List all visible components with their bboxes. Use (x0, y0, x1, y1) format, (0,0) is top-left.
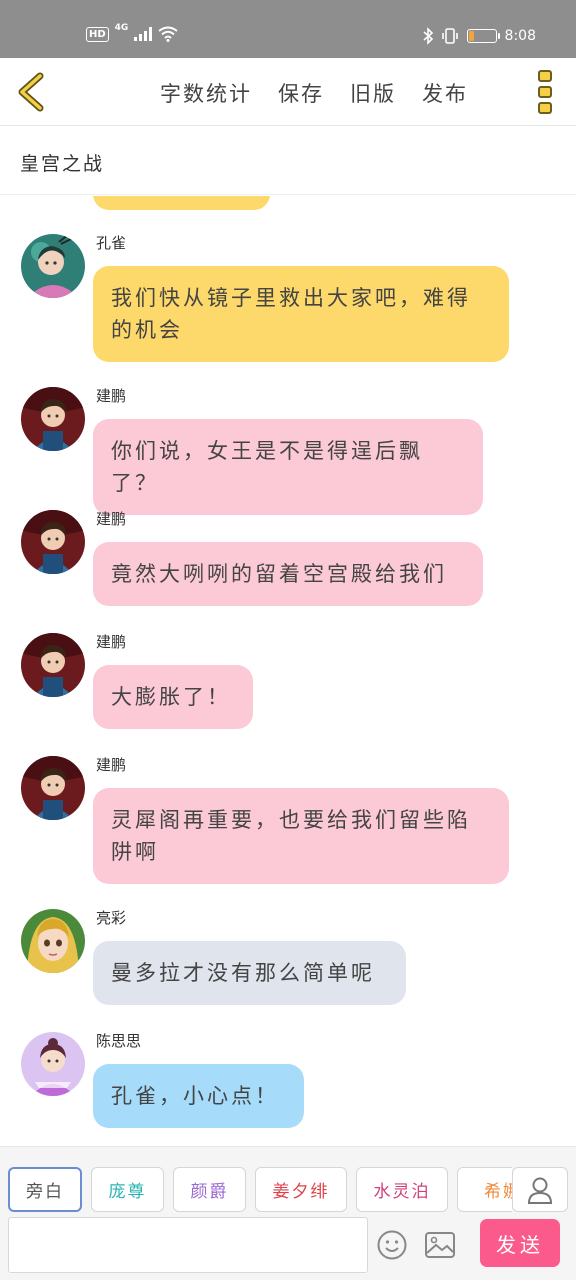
role-chip[interactable]: 庞尊 (91, 1167, 164, 1212)
avatar-chensisi[interactable] (21, 1032, 85, 1096)
more-button[interactable] (538, 70, 554, 114)
image-icon (425, 1232, 455, 1258)
avatar-jianpeng[interactable] (21, 756, 85, 820)
avatar-kongque[interactable] (21, 234, 85, 298)
sender-name: 建鹏 (96, 387, 127, 405)
chevron-left-icon (18, 72, 44, 112)
message-bubble[interactable]: 曼多拉才没有那么简单呢 (93, 941, 406, 1005)
role-chip-label: 旁白 (26, 1182, 64, 1202)
wifi-icon (158, 26, 178, 42)
message-bubble[interactable]: 大膨胀了！ (93, 665, 253, 729)
sender-name: 亮彩 (96, 909, 127, 927)
message-bubble[interactable]: 灵犀阁再重要，也要给我们留些陷阱啊 (93, 788, 509, 884)
image-button[interactable] (424, 1231, 456, 1259)
sender-name: 建鹏 (96, 510, 127, 528)
avatar-jianpeng[interactable] (21, 387, 85, 451)
sender-name: 孔雀 (96, 234, 127, 252)
message-bubble[interactable]: 我们快从镜子里救出大家吧，难得的机会 (93, 266, 509, 362)
chat-title[interactable]: 皇宫之战 (20, 149, 104, 176)
avatar-jianpeng[interactable] (21, 510, 85, 574)
network-type: 4G (114, 23, 129, 33)
status-bar: HD 4G 8:08 (0, 0, 576, 58)
role-chip[interactable]: 颜爵 (173, 1167, 246, 1212)
avatar-jianpeng[interactable] (21, 633, 85, 697)
toolbar-actions: 字数统计 保存 旧版 发布 (160, 78, 468, 108)
battery-icon (466, 29, 500, 43)
word-count-button[interactable]: 字数统计 (160, 78, 252, 108)
avatar-liangcai[interactable] (21, 909, 85, 973)
message-bubble[interactable]: 竟然大咧咧的留着空宫殿给我们 (93, 542, 483, 606)
toolbar: 字数统计 保存 旧版 发布 (0, 58, 576, 126)
old-version-button[interactable]: 旧版 (350, 78, 396, 108)
sender-name: 建鹏 (96, 756, 127, 774)
role-chip-label: 希娜 (484, 1182, 512, 1202)
message-bubble[interactable]: 你们说，女王是不是得逞后飘了？ (93, 419, 483, 515)
status-left: HD 4G (86, 23, 178, 42)
more-vertical-icon (538, 70, 552, 82)
role-chip-label: 颜爵 (190, 1182, 229, 1202)
bluetooth-icon (423, 27, 433, 45)
message-bubble[interactable]: 孔雀，小心点！ (93, 1064, 304, 1128)
send-button[interactable]: 发送 (480, 1219, 560, 1267)
back-button[interactable] (12, 70, 52, 114)
role-chip[interactable]: 水灵泊 (356, 1167, 448, 1212)
sender-name: 建鹏 (96, 633, 127, 651)
emoji-button[interactable] (376, 1229, 408, 1261)
role-list: 旁白 庞尊 颜爵 姜夕绯 水灵泊 希娜 (8, 1167, 512, 1212)
role-chip-label: 姜夕绯 (272, 1182, 330, 1202)
message-bubble-partial[interactable] (93, 196, 270, 210)
chat-list[interactable]: 孔雀 我们快从镜子里救出大家吧，难得的机会 建鹏 你们说，女王是不是得逞后飘了？ (0, 196, 576, 1146)
role-chip-narrator[interactable]: 旁白 (8, 1167, 82, 1212)
more-vertical-icon (538, 86, 552, 98)
emoji-icon (377, 1230, 407, 1260)
hd-badge: HD (86, 26, 109, 42)
publish-button[interactable]: 发布 (422, 78, 468, 108)
role-chip-label: 水灵泊 (373, 1182, 431, 1202)
role-chip[interactable]: 姜夕绯 (255, 1167, 347, 1212)
more-vertical-icon (538, 102, 552, 114)
user-icon (527, 1177, 553, 1204)
battery-fill (468, 31, 475, 41)
composer: 旁白 庞尊 颜爵 姜夕绯 水灵泊 希娜 发送 (0, 1146, 576, 1280)
role-chip-label: 庞尊 (108, 1182, 147, 1202)
character-manage-button[interactable] (512, 1167, 568, 1212)
save-button[interactable]: 保存 (278, 78, 324, 108)
role-chip[interactable]: 希娜 (457, 1167, 512, 1212)
vibrate-icon (441, 28, 458, 44)
signal-icon (134, 27, 153, 41)
status-right: 8:08 (423, 27, 536, 45)
clock: 8:08 (504, 28, 536, 44)
chat-title-bar: 皇宫之战 (0, 127, 576, 195)
role-selector[interactable]: 旁白 庞尊 颜爵 姜夕绯 水灵泊 希娜 (8, 1167, 512, 1213)
sender-name: 陈思思 (96, 1032, 142, 1050)
message-input[interactable] (8, 1217, 368, 1273)
